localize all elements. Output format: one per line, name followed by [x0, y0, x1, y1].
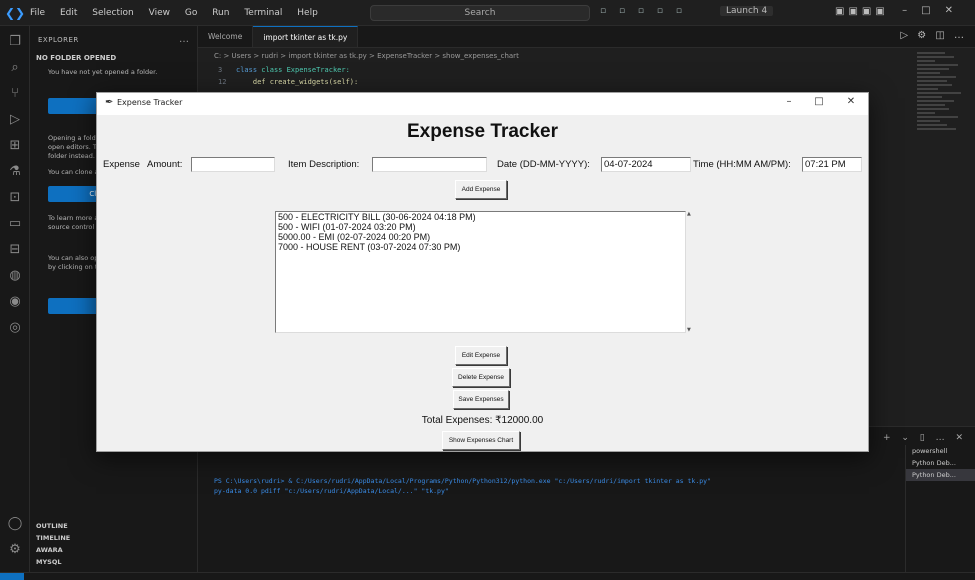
add-expense-button[interactable]: Add Expense: [455, 180, 507, 199]
explorer-icon[interactable]: ❐: [7, 34, 23, 50]
database-icon[interactable]: ⊟: [7, 242, 23, 258]
date-input[interactable]: [601, 157, 691, 172]
command-search-input[interactable]: Search: [370, 5, 590, 21]
total-expenses-label: Total Expenses: ₹12000.00: [421, 415, 544, 426]
layout-toggle-icons[interactable]: ▣▣▣▣: [835, 6, 889, 17]
window-titlebar: ✒ Expense Tracker – □ ✕: [97, 93, 868, 115]
code-line[interactable]: 3 class class ExpenseTracker:: [218, 66, 350, 74]
extension-status-icons[interactable]: ▫ ▫ ▫ ▫ ▫: [600, 6, 687, 16]
tab-python-file[interactable]: import tkinter as tk.py: [253, 26, 359, 47]
expense-label: Expense: [103, 159, 140, 170]
menu-selection[interactable]: Selection: [92, 8, 133, 18]
item-description-input[interactable]: [372, 157, 487, 172]
vscode-logo-icon: ❮❯: [4, 5, 26, 20]
terminal-line[interactable]: PS C:\Users\rudri> & C:/Users/rudri/AppD…: [214, 477, 711, 485]
timeline-icon[interactable]: ◍: [7, 268, 23, 284]
amount-label: Amount:: [147, 159, 183, 170]
terminal-item[interactable]: Python Deb...: [906, 469, 975, 481]
launch-config[interactable]: Launch 4: [720, 6, 774, 16]
awara-section[interactable]: AWARA: [36, 546, 63, 554]
listbox-scrollbar[interactable]: ▲ ▼: [686, 211, 694, 333]
expense-tracker-window: ✒ Expense Tracker – □ ✕ Expense Tracker …: [96, 92, 869, 452]
remote-icon[interactable]: ⊡: [7, 190, 23, 206]
scroll-down-icon[interactable]: ▼: [687, 327, 691, 333]
page-title: Expense Tracker: [406, 121, 559, 142]
sidebar-section-header[interactable]: NO FOLDER OPENED: [36, 54, 116, 62]
sidebar-title: EXPLORER: [38, 36, 79, 44]
terminal-line[interactable]: py-data 0.0 pdiff "c:/Users/rudri/AppDat…: [214, 487, 449, 495]
activity-bar: ❐ ⌕ ⑂ ▷ ⊞ ⚗ ⊡ ▭ ⊟ ◍ ◉ ◎ ◯ ⚙: [0, 26, 30, 572]
terminal-list: powershell Python Deb... Python Deb...: [905, 445, 975, 573]
vscode-titlebar: ❮❯ File Edit Selection View Go Run Termi…: [0, 0, 975, 26]
more-actions-icon[interactable]: …: [179, 34, 189, 45]
copilot-icon[interactable]: ◎: [7, 320, 23, 336]
mysql-section[interactable]: MYSQL: [36, 558, 62, 566]
show-expenses-chart-button[interactable]: Show Expenses Chart: [442, 431, 520, 450]
outline-section[interactable]: OUTLINE: [36, 522, 68, 530]
menu-terminal[interactable]: Terminal: [244, 8, 282, 18]
tk-feather-icon: ✒: [105, 97, 114, 108]
minimize-button[interactable]: –: [779, 96, 799, 107]
code-line[interactable]: 12 def create_widgets(self):: [218, 78, 358, 86]
timeline-section[interactable]: TIMELINE: [36, 534, 70, 542]
run-debug-icon[interactable]: ▷: [7, 112, 23, 128]
docker-icon[interactable]: ▭: [7, 216, 23, 232]
minimap[interactable]: [917, 52, 963, 182]
amount-input[interactable]: [191, 157, 275, 172]
source-control-icon[interactable]: ⑂: [7, 86, 23, 102]
extensions-icon[interactable]: ⊞: [7, 138, 23, 154]
editor-actions-icons[interactable]: ▷ ⚙ ◫ …: [900, 30, 967, 41]
menu-help[interactable]: Help: [297, 8, 318, 18]
editor-tabs: Welcome import tkinter as tk.py: [198, 26, 975, 48]
menu-file[interactable]: File: [30, 8, 45, 18]
status-bar: [0, 572, 975, 580]
menu-run[interactable]: Run: [212, 8, 229, 18]
edit-expense-button[interactable]: Edit Expense: [455, 346, 507, 365]
delete-expense-button[interactable]: Delete Expense: [452, 368, 510, 387]
window-title: Expense Tracker: [117, 98, 183, 107]
account-icon[interactable]: ◯: [7, 516, 23, 532]
settings-gear-icon[interactable]: ⚙: [7, 542, 23, 558]
item-description-label: Item Description:: [288, 159, 360, 170]
menu-view[interactable]: View: [149, 8, 170, 18]
maximize-button[interactable]: □: [809, 96, 829, 107]
github-icon[interactable]: ◉: [7, 294, 23, 310]
list-item[interactable]: 500 - ELECTRICITY BILL (30-06-2024 04:18…: [276, 212, 685, 222]
code-text: class ExpenseTracker:: [261, 66, 350, 74]
remote-indicator[interactable]: [0, 573, 24, 580]
sidebar-text: You have not yet opened a folder.: [48, 68, 158, 76]
search-icon[interactable]: ⌕: [7, 60, 23, 76]
breadcrumb[interactable]: C: > Users > rudri > import tkinter as t…: [214, 52, 519, 60]
list-item[interactable]: 500 - WIFI (01-07-2024 03:20 PM): [276, 222, 685, 232]
time-input[interactable]: [802, 157, 862, 172]
tab-welcome[interactable]: Welcome: [198, 26, 254, 47]
terminal-item[interactable]: Python Deb...: [906, 457, 975, 469]
list-item[interactable]: 5000.00 - EMI (02-07-2024 00:20 PM): [276, 232, 685, 242]
date-label: Date (DD-MM-YYYY):: [497, 159, 590, 170]
panel-actions-icons[interactable]: + ⌄ ▯ … ✕: [883, 433, 967, 443]
vscode-window-controls[interactable]: –□✕: [902, 5, 967, 16]
test-icon[interactable]: ⚗: [7, 164, 23, 180]
menu-bar: File Edit Selection View Go Run Terminal…: [30, 8, 330, 18]
expenses-listbox[interactable]: 500 - ELECTRICITY BILL (30-06-2024 04:18…: [275, 211, 686, 333]
terminal-item[interactable]: powershell: [906, 445, 975, 457]
close-button[interactable]: ✕: [841, 96, 861, 107]
desktop: ❮❯ File Edit Selection View Go Run Termi…: [0, 0, 975, 580]
menu-edit[interactable]: Edit: [60, 8, 77, 18]
time-label: Time (HH:MM AM/PM):: [693, 159, 791, 170]
menu-go[interactable]: Go: [185, 8, 197, 18]
save-expenses-button[interactable]: Save Expenses: [453, 390, 509, 409]
list-item[interactable]: 7000 - HOUSE RENT (03-07-2024 07:30 PM): [276, 242, 685, 252]
code-text: def create_widgets(self):: [252, 78, 359, 86]
scroll-up-icon[interactable]: ▲: [687, 211, 691, 217]
